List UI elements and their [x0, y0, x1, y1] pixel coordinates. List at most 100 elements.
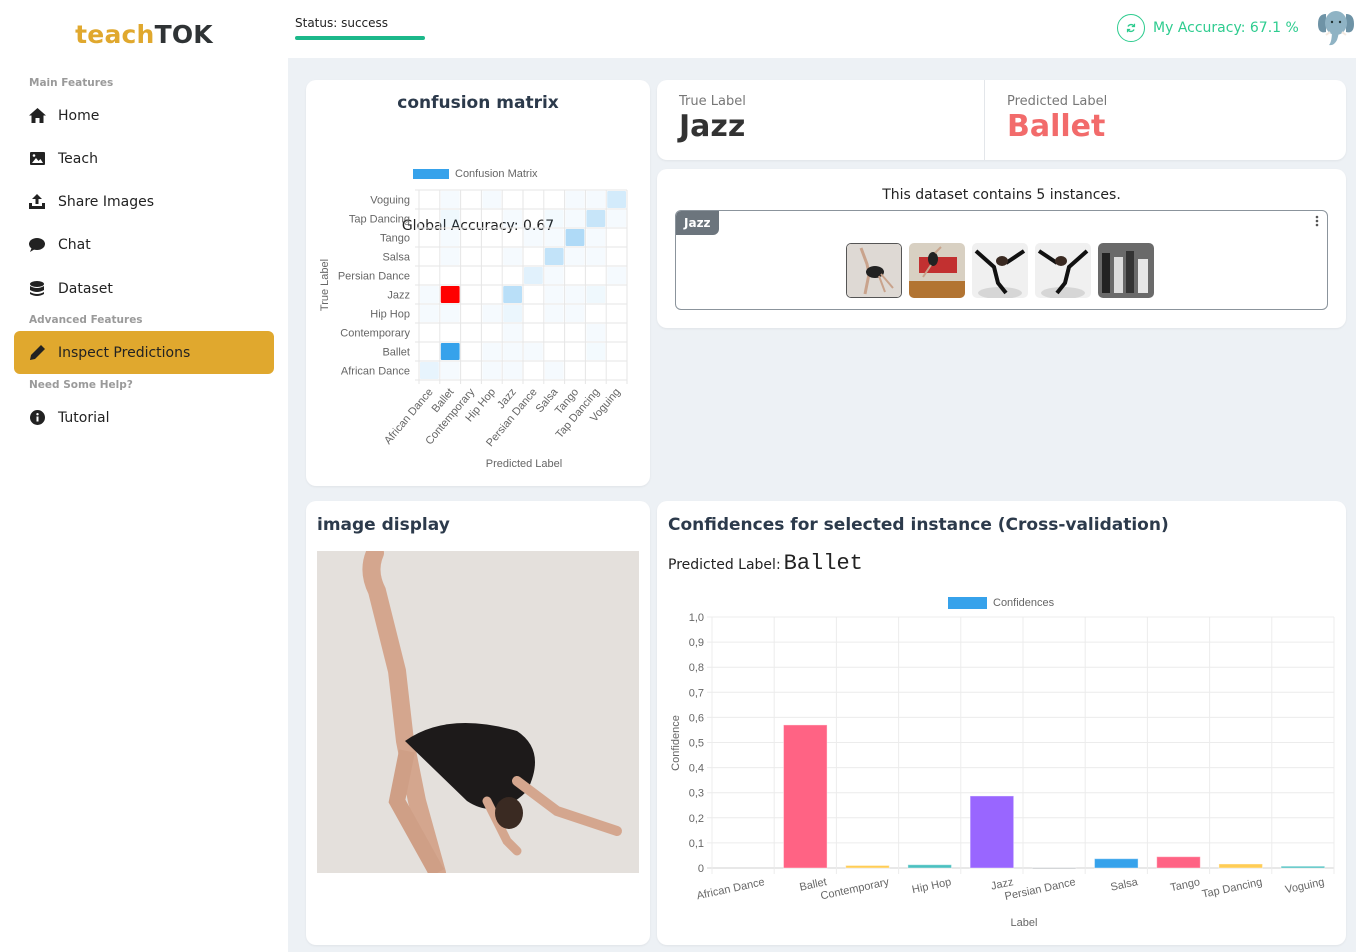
confusion-matrix-chart: African Dance Ballet Contemporary Hip Hop Ja… — [319, 189, 628, 470]
sidebar-item-teach[interactable]: Teach — [14, 137, 274, 180]
dataset-summary: This dataset contains 5 instances. — [882, 187, 1121, 203]
cm-ytick-persian-dance: Persian Dance — [338, 271, 410, 283]
accuracy-text: My Accuracy: 67.1 % — [1153, 20, 1299, 36]
cm-cell-voguing-voguing — [607, 191, 626, 208]
cm-cell-voguing-tango — [565, 191, 585, 208]
cm-ytick-tango: Tango — [380, 233, 410, 245]
y-tick-label: 0,9 — [689, 637, 704, 649]
logo-part-teach: teach — [75, 20, 155, 49]
y-tick-label: 0 — [698, 863, 704, 875]
cm-cell-tango-tap-dancing — [586, 229, 606, 246]
cm-cell-salsa-tap-dancing — [586, 248, 606, 265]
cm-cell-salsa-ballet — [440, 248, 460, 265]
thumbnail-dancer-backbend[interactable] — [846, 243, 902, 298]
cm-cell-hip-hop-african-dance — [420, 305, 439, 322]
cm-cell-african-dance-hip-hop — [482, 362, 502, 379]
cm-cell-tap-dancing-voguing — [607, 210, 626, 227]
cm-cell-tango-ballet — [440, 229, 460, 246]
labels-card: True Label Jazz Predicted Label Ballet — [657, 80, 1346, 160]
top-bar: Status: success My Accuracy: 67.1 % — [288, 0, 1356, 58]
cm-cell-contemporary-tap-dancing — [586, 324, 606, 341]
sidebar-item-share-images[interactable]: Share Images — [14, 180, 274, 223]
cm-cell-jazz-salsa — [544, 286, 564, 303]
selected-instance-image — [317, 551, 639, 873]
cm-ytick-voguing: Voguing — [370, 195, 410, 207]
sidebar-item-label: Chat — [58, 236, 91, 253]
cm-cell-hip-hop-hip-hop — [482, 305, 502, 322]
status-progress-bar — [295, 36, 425, 40]
cm-cell-voguing-tap-dancing — [586, 191, 606, 208]
app-logo[interactable]: teachTOK — [0, 20, 288, 49]
cm-cell-contemporary-jazz — [503, 324, 522, 341]
cm-cell-hip-hop-salsa — [544, 305, 564, 322]
sidebar-item-label: Share Images — [58, 193, 154, 210]
chat-icon — [28, 236, 46, 254]
cm-cell-jazz-tap-dancing — [586, 286, 606, 303]
home-icon — [28, 107, 46, 125]
predicted-label-value: Ballet — [1007, 109, 1106, 144]
sidebar-item-dataset[interactable]: Dataset — [14, 267, 274, 310]
y-tick-label: 0,3 — [689, 788, 704, 800]
cm-ytick-jazz: Jazz — [387, 290, 410, 302]
bar-voguing — [1280, 865, 1326, 869]
elephant-avatar[interactable] — [1316, 8, 1356, 48]
bar-salsa — [1094, 858, 1139, 869]
refresh-icon[interactable] — [1117, 14, 1145, 42]
logo-part-tok: TOK — [154, 20, 213, 49]
info-icon — [28, 409, 46, 427]
cm-cell-tango-tango — [565, 229, 585, 246]
bar-ballet — [783, 724, 828, 869]
sidebar-item-home[interactable]: Home — [14, 94, 274, 137]
thumbnail-list — [846, 243, 1154, 298]
sidebar-item-tutorial[interactable]: Tutorial — [14, 396, 274, 439]
thumbnail-dancer-split-leap[interactable] — [972, 243, 1028, 298]
cm-ytick-contemporary: Contemporary — [340, 328, 410, 340]
true-label-caption: True Label — [679, 94, 746, 109]
cm-ytick-salsa: Salsa — [382, 252, 410, 264]
cm-ytick-hip-hop: Hip Hop — [370, 309, 410, 321]
x-axis-label: Label — [1011, 917, 1038, 929]
cm-cell-jazz-african-dance — [420, 286, 439, 303]
cm-cell-voguing-hip-hop — [482, 191, 502, 208]
cm-cell-tap-dancing-tap-dancing — [586, 210, 606, 227]
class-badge: Jazz — [676, 211, 719, 235]
cm-cell-salsa-jazz — [503, 248, 522, 265]
x-tick-salsa: Salsa — [1109, 876, 1139, 894]
cm-cell-voguing-ballet — [440, 191, 460, 208]
sidebar-item-chat[interactable]: Chat — [14, 223, 274, 266]
sidebar-item-label: Dataset — [58, 280, 113, 297]
thumbnail-dancer-split-leap-mirrored[interactable] — [1035, 243, 1091, 298]
thumbnail-dancer-studio-leap[interactable] — [909, 243, 965, 298]
class-group: Jazz — [675, 210, 1328, 310]
labels-divider — [984, 80, 985, 160]
cm-ytick-ballet: Ballet — [382, 347, 410, 359]
cm-cell-ballet-hip-hop — [482, 343, 502, 360]
cm-cell-ballet-ballet — [440, 343, 460, 360]
true-label-panel: True Label Jazz — [679, 94, 746, 145]
x-tick-tap-dancing: Tap Dancing — [1201, 876, 1263, 900]
cm-ylabel: True Label — [319, 259, 331, 311]
dataset-card: This dataset contains 5 instances. Jazz — [657, 169, 1346, 328]
y-tick-label: 0,4 — [689, 763, 704, 775]
cm-cell-hip-hop-jazz — [503, 305, 522, 322]
cm-cell-tango-salsa — [544, 229, 564, 246]
confusion-matrix-card: confusion matrix Global Accuracy: 0.67 C… — [306, 80, 650, 486]
upload-icon — [28, 193, 46, 211]
cm-cell-tap-dancing-tango — [565, 210, 585, 227]
sidebar-item-inspect-predictions[interactable]: Inspect Predictions — [14, 331, 274, 374]
cm-xlabel: Predicted Label — [486, 458, 562, 470]
bar-persian-dance — [1031, 866, 1077, 870]
bar-tap-dancing — [1218, 863, 1263, 869]
predicted-label-caption: Predicted Label — [1007, 94, 1108, 109]
bar-hip-hop — [907, 864, 952, 869]
kebab-menu-icon[interactable] — [1315, 215, 1319, 231]
x-tick-african-dance: African Dance — [696, 876, 766, 902]
section-help: Need Some Help? — [29, 379, 133, 391]
cm-cell-persian-dance-salsa — [544, 267, 564, 284]
cm-cell-salsa-tango — [565, 248, 585, 265]
image-display-card: image display — [306, 501, 650, 945]
confidences-card: Confidences for selected instance (Cross… — [657, 501, 1346, 945]
thumbnail-group-dancers-bw[interactable] — [1098, 243, 1154, 298]
accuracy-display[interactable]: My Accuracy: 67.1 % — [1117, 14, 1299, 42]
sidebar-item-label: Teach — [58, 150, 98, 167]
